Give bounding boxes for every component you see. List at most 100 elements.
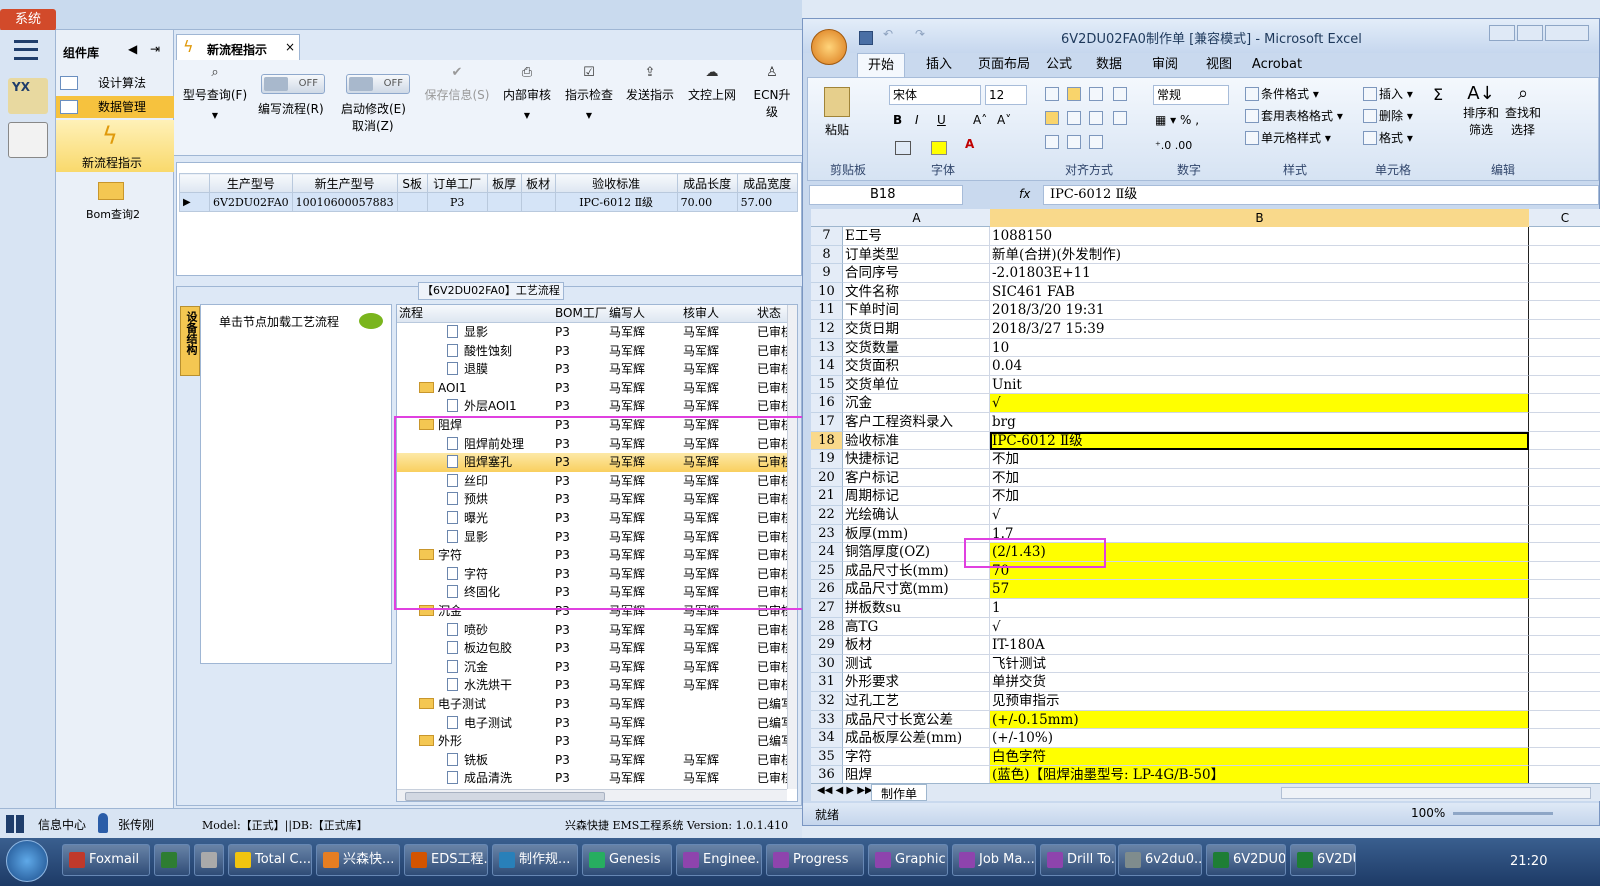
tree-row[interactable]: 显影 P3 马军辉 马军辉 已审核 <box>397 323 797 342</box>
sheet-row[interactable]: 19 快捷标记 不加 <box>811 450 1600 469</box>
sheet-row[interactable]: 30 测试 飞针测试 <box>811 654 1600 674</box>
cell-a[interactable]: 板材 <box>843 636 990 655</box>
sheet-row[interactable]: 25 成品尺寸长(mm) 70 <box>811 561 1600 581</box>
sheet-row[interactable]: 16 沉金 √ <box>811 394 1600 413</box>
ribbon-tab[interactable]: 审阅 <box>1141 53 1189 77</box>
taskbar-button[interactable] <box>154 844 190 876</box>
cell-c[interactable] <box>1529 469 1600 488</box>
cell-a[interactable]: 测试 <box>843 654 990 674</box>
sheet-row[interactable]: 28 高TG √ <box>811 617 1600 637</box>
col-header[interactable]: 板厚 <box>486 173 522 193</box>
cell-a[interactable]: 光绘确认 <box>843 506 990 525</box>
cell-b[interactable]: 0.04 <box>990 357 1529 376</box>
number-format-select[interactable]: 常规 <box>1153 85 1229 105</box>
cell-a[interactable]: 成品尺寸长宽公差 <box>843 710 990 730</box>
cell-b[interactable]: 1088150 <box>990 227 1529 246</box>
nav-data-management[interactable]: 数据管理 <box>56 96 174 118</box>
internal-review-button[interactable]: ⎙ 内部审核 ▼ <box>502 66 552 121</box>
cell-a[interactable]: 下单时间 <box>843 301 990 320</box>
cell-a[interactable]: 客户工程资料录入 <box>843 413 990 432</box>
cell-a[interactable]: 周期标记 <box>843 487 990 506</box>
cell-c[interactable] <box>1529 301 1600 320</box>
row-header[interactable]: 7 <box>811 227 843 246</box>
sheet-row[interactable]: 35 字符 白色字符 <box>811 747 1600 767</box>
tree-row[interactable]: 水洗烘干 P3 马军辉 马军辉 已审核 <box>397 676 797 695</box>
row-header[interactable]: 27 <box>811 599 843 618</box>
row-header[interactable]: 22 <box>811 506 843 525</box>
cell-a[interactable]: 订单类型 <box>843 245 990 265</box>
taskbar-button[interactable]: Job Ma... <box>952 844 1036 876</box>
font-color-icon[interactable]: A <box>965 137 974 151</box>
equipment-structure-tab[interactable]: 设备结构 <box>180 306 200 376</box>
row-header[interactable]: 28 <box>811 617 843 637</box>
cell-c[interactable] <box>1529 320 1600 339</box>
restore-button[interactable] <box>1517 25 1543 41</box>
sheet-row[interactable]: 18 验收标准 IPC-6012 Ⅱ级 <box>811 431 1600 451</box>
doc-control-upload-button[interactable]: ☁ 文控上网 <box>687 66 737 103</box>
cell-a[interactable]: 文件名称 <box>843 282 990 302</box>
save-icon[interactable] <box>859 31 873 45</box>
taskbar-button[interactable]: 兴森快... <box>316 844 400 876</box>
sheet-row[interactable]: 9 合同序号 -2.01803E+11 <box>811 264 1600 283</box>
cell-a[interactable]: 交货单位 <box>843 375 990 395</box>
cell-a[interactable]: 合同序号 <box>843 264 990 283</box>
row-header[interactable]: 20 <box>811 468 843 488</box>
cell-b[interactable]: 10 <box>990 338 1529 358</box>
collapse-arrow-icon[interactable]: ◀ <box>128 42 137 56</box>
col-header[interactable]: 成品长度 <box>676 173 738 193</box>
cell-c[interactable] <box>1529 711 1600 730</box>
row-header[interactable]: 13 <box>811 338 843 358</box>
cell-c[interactable] <box>1529 506 1600 525</box>
col-header[interactable]: S板 <box>396 173 428 193</box>
sheet-row[interactable]: 31 外形要求 单拼交货 <box>811 673 1600 692</box>
cell-c[interactable] <box>1529 543 1600 562</box>
cell-c[interactable] <box>1529 432 1600 451</box>
taskbar-button[interactable]: Total C... <box>228 844 312 876</box>
sheet-row[interactable]: 21 周期标记 不加 <box>811 487 1600 506</box>
tool-new-process[interactable]: ϟ 新流程指示 <box>56 120 174 172</box>
sheet-row[interactable]: 34 成品板厚公差(mm) (+/-10%) <box>811 729 1600 748</box>
find-select-button[interactable]: ⌕ 查找和 选择 <box>1503 83 1543 159</box>
cell-styles-button[interactable]: 单元格样式 ▾ <box>1245 129 1331 146</box>
cell-c[interactable] <box>1529 562 1600 581</box>
cell-b[interactable]: IT-180A <box>990 636 1529 655</box>
cell-b[interactable]: (+/-0.15mm) <box>990 710 1529 730</box>
sheet-row[interactable]: 17 客户工程资料录入 brg <box>811 413 1600 432</box>
cell-c[interactable] <box>1529 692 1600 711</box>
col-header[interactable]: 生产型号 <box>209 173 293 193</box>
taskbar-button[interactable]: Genesis <box>582 844 672 876</box>
start-modify-toggle[interactable]: OFF <box>346 74 410 94</box>
column-header-b[interactable]: B <box>990 209 1529 227</box>
cell-b[interactable]: 不加 <box>990 487 1529 506</box>
cell-a[interactable]: E工号 <box>843 227 990 246</box>
ecn-upgrade-button[interactable]: ♙ ECN升级 <box>748 66 796 120</box>
hamburger-menu-icon[interactable] <box>14 40 38 60</box>
cell-c[interactable] <box>1529 525 1600 544</box>
tree-row[interactable]: 退膜 P3 马军辉 马军辉 已审核 <box>397 360 797 379</box>
row-header[interactable]: 8 <box>811 245 843 265</box>
sheet-row[interactable]: 27 拼板数su 1 <box>811 599 1600 618</box>
sheet-row[interactable]: 23 板厚(mm) 1.7 <box>811 524 1600 544</box>
percent-button[interactable]: ▦ ▾ % , <box>1155 113 1199 127</box>
tree-row[interactable]: 外形 P3 马军辉 已编写 <box>397 732 797 751</box>
cell-c[interactable] <box>1529 394 1600 413</box>
save-info-button[interactable]: ✔ 保存信息(S) <box>423 66 491 103</box>
sheet-row[interactable]: 32 过孔工艺 见预审指示 <box>811 692 1600 711</box>
cell-a[interactable]: 成品尺寸宽(mm) <box>843 580 990 599</box>
ribbon-tab[interactable]: 页面布局 <box>965 53 1043 77</box>
row-header[interactable]: 24 <box>811 543 843 562</box>
cell-c[interactable] <box>1529 599 1600 618</box>
sheet-row[interactable]: 20 客户标记 不加 <box>811 468 1600 488</box>
taskbar-button[interactable]: Drill To... <box>1040 844 1116 876</box>
cell-b[interactable]: √ <box>990 394 1529 413</box>
tree-row[interactable]: 电子测试 P3 马军辉 已编写 <box>397 714 797 733</box>
format-as-table-button[interactable]: 套用表格格式 ▾ <box>1245 107 1343 124</box>
send-instruction-button[interactable]: ⇪ 发送指示 <box>625 66 675 103</box>
write-process-toggle[interactable]: OFF <box>261 74 325 94</box>
row-header[interactable]: 21 <box>811 487 843 506</box>
cell-c[interactable] <box>1529 618 1600 637</box>
cell-b[interactable]: Unit <box>990 375 1529 395</box>
sheet-row[interactable]: 7 E工号 1088150 <box>811 227 1600 246</box>
insert-cells-button[interactable]: 插入 ▾ <box>1363 85 1413 102</box>
tree-row[interactable]: 板边包胶 P3 马军辉 马军辉 已审核 <box>397 639 797 658</box>
